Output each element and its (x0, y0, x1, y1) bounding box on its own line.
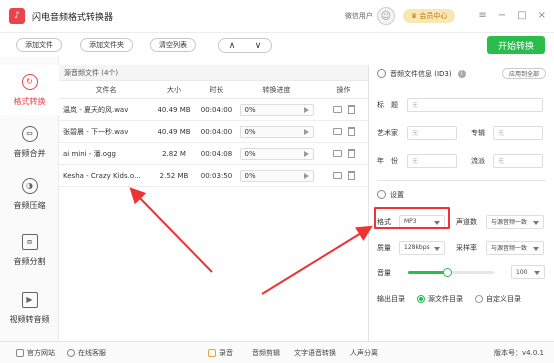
record-label: 录音 (219, 349, 233, 357)
annotation-arrows (129, 187, 373, 295)
support-label: 在线客服 (78, 349, 106, 357)
vocal-separation-link[interactable]: 人声分离 (350, 348, 378, 358)
official-site-label: 官方网站 (27, 349, 55, 357)
official-site-link[interactable]: 官方网站 (16, 348, 55, 358)
audio-edit-link[interactable]: 音频剪辑 (252, 348, 280, 358)
microphone-icon (208, 349, 216, 357)
record-link[interactable]: 录音 (208, 348, 233, 358)
headset-icon (67, 349, 75, 357)
annotation-arrow-right (261, 225, 373, 295)
support-link[interactable]: 在线客服 (67, 348, 106, 358)
annotation-arrow-left (129, 187, 213, 273)
footer: 官方网站 在线客服 录音 音频剪辑 文字语音转换 人声分离 版本号：v4.0.1 (0, 341, 554, 363)
version-label: 版本号：v4.0.1 (494, 349, 544, 357)
monitor-icon (16, 349, 24, 357)
tts-link[interactable]: 文字语音转换 (294, 348, 336, 358)
